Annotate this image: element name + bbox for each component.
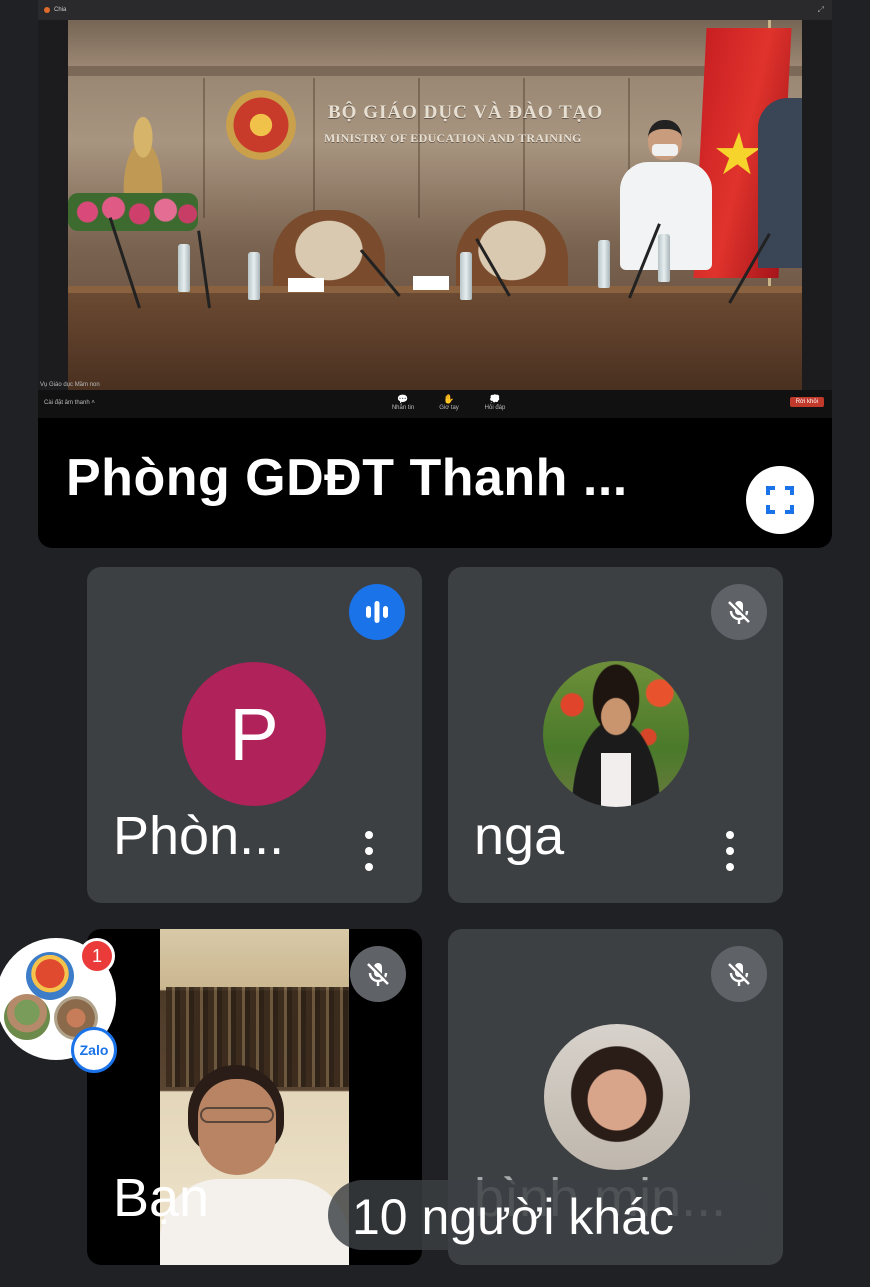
- qa-tool: 💭 Hỏi đáp: [482, 393, 508, 411]
- avatar: P: [182, 662, 326, 806]
- fullscreen-icon: [766, 486, 794, 514]
- participant-name: nga: [474, 806, 565, 866]
- participant-tile[interactable]: P Phòn...: [87, 567, 422, 903]
- notification-badge: 1: [79, 938, 115, 974]
- conference-room-video: BỘ GIÁO DỤC VÀ ĐÀO TẠO MINISTRY OF EDUCA…: [68, 8, 802, 390]
- conference-table: [68, 293, 802, 390]
- mic-off-icon: [711, 946, 767, 1002]
- mic-off-icon: [350, 946, 406, 1002]
- chat-icon: 💬: [397, 394, 409, 404]
- others-count: 10 người khác: [352, 1189, 674, 1245]
- shared-window-titlebar: Chia ⤢: [38, 0, 832, 20]
- shared-caption: Vụ Giáo dục Mầm non: [40, 382, 100, 388]
- mic-off-icon: [711, 584, 767, 640]
- avatar: [544, 1024, 690, 1170]
- participant-name: Bạn: [113, 1168, 210, 1228]
- participant-name: Phòn...: [113, 806, 285, 866]
- avatar: [543, 661, 689, 807]
- shared-window-title: Chia: [54, 7, 67, 13]
- shared-toolbar: Cài đặt âm thanh ˄ 💬 Nhắn tin ✋ Giơ tay 💭 H…: [38, 390, 832, 418]
- leave-label: Rời khỏi: [789, 397, 824, 407]
- audio-level-icon: [349, 584, 405, 640]
- national-emblem: [226, 90, 296, 160]
- sign-line-2: MINISTRY OF EDUCATION AND TRAINING: [324, 130, 582, 145]
- zalo-logo-icon: Zalo: [71, 1027, 117, 1073]
- participant-tile[interactable]: nga: [448, 567, 783, 903]
- chat-tool: 💬 Nhắn tin: [391, 394, 415, 411]
- bust-statue: [113, 116, 173, 201]
- more-options-button[interactable]: [361, 831, 377, 871]
- group-avatar: [26, 952, 74, 1000]
- group-avatar: [4, 994, 50, 1040]
- ministry-sign: BỘ GIÁO DỤC VÀ ĐÀO TẠO MINISTRY OF EDUCA…: [324, 102, 628, 145]
- raise-hand-tool: ✋ Giơ tay: [436, 393, 462, 411]
- hand-icon: ✋: [443, 394, 455, 404]
- presentation-label: Phòng GDĐT Thanh ...: [66, 449, 628, 507]
- sign-line-1: BỘ GIÁO DỤC VÀ ĐÀO TẠO: [328, 102, 604, 123]
- audio-settings-label: Cài đặt âm thanh ˄: [44, 400, 95, 406]
- expand-icon: ⤢: [817, 5, 824, 14]
- more-options-button[interactable]: [722, 831, 738, 871]
- qa-icon: 💭: [489, 394, 501, 404]
- flower-arrangement: [68, 193, 198, 231]
- shared-screen: BỘ GIÁO DỤC VÀ ĐÀO TẠO MINISTRY OF EDUCA…: [38, 0, 832, 418]
- presentation-tile[interactable]: BỘ GIÁO DỤC VÀ ĐÀO TẠO MINISTRY OF EDUCA…: [38, 0, 832, 548]
- fullscreen-button[interactable]: [746, 466, 814, 534]
